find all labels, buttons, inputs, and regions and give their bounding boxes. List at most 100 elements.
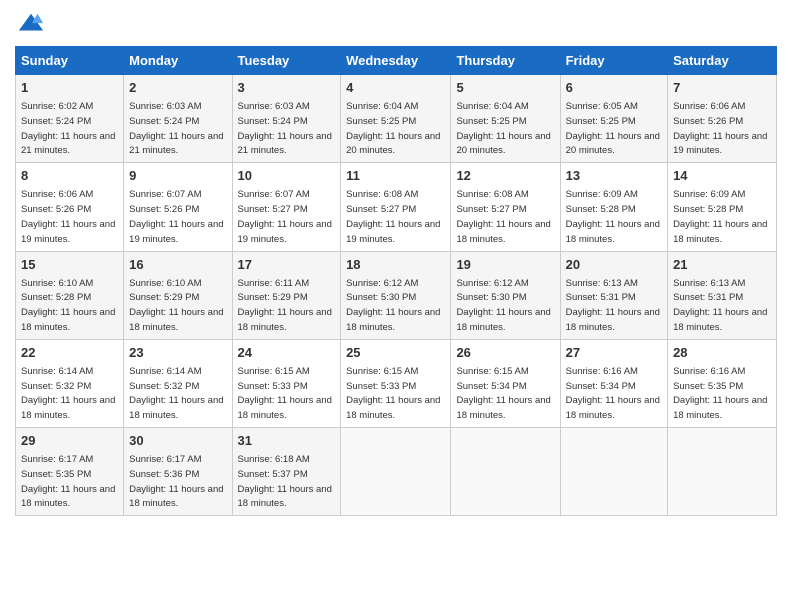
calendar-cell: 18 Sunrise: 6:12 AMSunset: 5:30 PMDayligh…	[341, 251, 451, 339]
day-number: 19	[456, 256, 554, 274]
day-number: 28	[673, 344, 771, 362]
day-number: 16	[129, 256, 226, 274]
day-info: Sunrise: 6:09 AMSunset: 5:28 PMDaylight:…	[673, 189, 767, 244]
calendar-cell: 8 Sunrise: 6:06 AMSunset: 5:26 PMDaylight…	[16, 163, 124, 251]
day-number: 6	[566, 79, 662, 97]
day-number: 17	[238, 256, 336, 274]
weekday-header-monday: Monday	[124, 47, 232, 75]
calendar-cell: 3 Sunrise: 6:03 AMSunset: 5:24 PMDaylight…	[232, 75, 341, 163]
weekday-header-thursday: Thursday	[451, 47, 560, 75]
calendar-cell: 30 Sunrise: 6:17 AMSunset: 5:36 PMDayligh…	[124, 428, 232, 516]
calendar-cell: 2 Sunrise: 6:03 AMSunset: 5:24 PMDaylight…	[124, 75, 232, 163]
day-info: Sunrise: 6:06 AMSunset: 5:26 PMDaylight:…	[673, 101, 767, 156]
calendar-week-row: 22 Sunrise: 6:14 AMSunset: 5:32 PMDayligh…	[16, 339, 777, 427]
calendar-cell: 20 Sunrise: 6:13 AMSunset: 5:31 PMDayligh…	[560, 251, 667, 339]
day-info: Sunrise: 6:13 AMSunset: 5:31 PMDaylight:…	[673, 278, 767, 333]
day-number: 2	[129, 79, 226, 97]
calendar-week-row: 8 Sunrise: 6:06 AMSunset: 5:26 PMDaylight…	[16, 163, 777, 251]
calendar-cell: 13 Sunrise: 6:09 AMSunset: 5:28 PMDayligh…	[560, 163, 667, 251]
day-number: 13	[566, 167, 662, 185]
day-number: 20	[566, 256, 662, 274]
logo	[15, 10, 45, 38]
day-info: Sunrise: 6:10 AMSunset: 5:29 PMDaylight:…	[129, 278, 223, 333]
calendar-cell: 23 Sunrise: 6:14 AMSunset: 5:32 PMDayligh…	[124, 339, 232, 427]
day-number: 18	[346, 256, 445, 274]
weekday-header-saturday: Saturday	[668, 47, 777, 75]
page: SundayMondayTuesdayWednesdayThursdayFrid…	[0, 0, 792, 612]
day-info: Sunrise: 6:13 AMSunset: 5:31 PMDaylight:…	[566, 278, 660, 333]
calendar-cell: 17Sunrise: 6:11 AMSunset: 5:29 PMDayligh…	[232, 251, 341, 339]
weekday-header-row: SundayMondayTuesdayWednesdayThursdayFrid…	[16, 47, 777, 75]
calendar-cell: 19 Sunrise: 6:12 AMSunset: 5:30 PMDayligh…	[451, 251, 560, 339]
day-info: Sunrise: 6:06 AMSunset: 5:26 PMDaylight:…	[21, 189, 115, 244]
day-info: Sunrise: 6:07 AMSunset: 5:27 PMDaylight:…	[238, 189, 332, 244]
day-info: Sunrise: 6:12 AMSunset: 5:30 PMDaylight:…	[456, 278, 550, 333]
day-number: 11	[346, 167, 445, 185]
day-info: Sunrise: 6:08 AMSunset: 5:27 PMDaylight:…	[456, 189, 550, 244]
calendar-week-row: 29 Sunrise: 6:17 AMSunset: 5:35 PMDayligh…	[16, 428, 777, 516]
day-info: Sunrise: 6:03 AMSunset: 5:24 PMDaylight:…	[129, 101, 223, 156]
day-number: 21	[673, 256, 771, 274]
calendar-cell: 16 Sunrise: 6:10 AMSunset: 5:29 PMDayligh…	[124, 251, 232, 339]
day-info: Sunrise: 6:17 AMSunset: 5:36 PMDaylight:…	[129, 454, 223, 509]
day-number: 23	[129, 344, 226, 362]
day-number: 22	[21, 344, 118, 362]
calendar-cell: 4Sunrise: 6:04 AMSunset: 5:25 PMDaylight…	[341, 75, 451, 163]
day-number: 29	[21, 432, 118, 450]
day-number: 12	[456, 167, 554, 185]
calendar-week-row: 15 Sunrise: 6:10 AMSunset: 5:28 PMDayligh…	[16, 251, 777, 339]
calendar-cell: 25 Sunrise: 6:15 AMSunset: 5:33 PMDayligh…	[341, 339, 451, 427]
day-info: Sunrise: 6:07 AMSunset: 5:26 PMDaylight:…	[129, 189, 223, 244]
calendar-cell: 21 Sunrise: 6:13 AMSunset: 5:31 PMDayligh…	[668, 251, 777, 339]
day-info: Sunrise: 6:17 AMSunset: 5:35 PMDaylight:…	[21, 454, 115, 509]
day-number: 14	[673, 167, 771, 185]
day-number: 26	[456, 344, 554, 362]
day-number: 30	[129, 432, 226, 450]
day-info: Sunrise: 6:08 AMSunset: 5:27 PMDaylight:…	[346, 189, 440, 244]
day-number: 8	[21, 167, 118, 185]
calendar-cell: 10 Sunrise: 6:07 AMSunset: 5:27 PMDayligh…	[232, 163, 341, 251]
day-info: Sunrise: 6:16 AMSunset: 5:35 PMDaylight:…	[673, 366, 767, 421]
calendar-cell: 11 Sunrise: 6:08 AMSunset: 5:27 PMDayligh…	[341, 163, 451, 251]
day-number: 15	[21, 256, 118, 274]
day-number: 1	[21, 79, 118, 97]
day-info: Sunrise: 6:15 AMSunset: 5:33 PMDaylight:…	[346, 366, 440, 421]
day-info: Sunrise: 6:12 AMSunset: 5:30 PMDaylight:…	[346, 278, 440, 333]
day-number: 31	[238, 432, 336, 450]
day-number: 24	[238, 344, 336, 362]
day-info: Sunrise: 6:05 AMSunset: 5:25 PMDaylight:…	[566, 101, 660, 156]
weekday-header-wednesday: Wednesday	[341, 47, 451, 75]
calendar-cell	[341, 428, 451, 516]
day-info: Sunrise: 6:04 AMSunset: 5:25 PMDaylight:…	[346, 101, 440, 156]
day-number: 7	[673, 79, 771, 97]
day-number: 5	[456, 79, 554, 97]
day-number: 25	[346, 344, 445, 362]
day-info: Sunrise: 6:14 AMSunset: 5:32 PMDaylight:…	[21, 366, 115, 421]
weekday-header-friday: Friday	[560, 47, 667, 75]
day-info: Sunrise: 6:14 AMSunset: 5:32 PMDaylight:…	[129, 366, 223, 421]
day-number: 27	[566, 344, 662, 362]
calendar-cell: 15 Sunrise: 6:10 AMSunset: 5:28 PMDayligh…	[16, 251, 124, 339]
day-info: Sunrise: 6:03 AMSunset: 5:24 PMDaylight:…	[238, 101, 332, 156]
day-info: Sunrise: 6:09 AMSunset: 5:28 PMDaylight:…	[566, 189, 660, 244]
calendar-cell: 9Sunrise: 6:07 AMSunset: 5:26 PMDaylight…	[124, 163, 232, 251]
day-info: Sunrise: 6:18 AMSunset: 5:37 PMDaylight:…	[238, 454, 332, 509]
calendar-cell: 7 Sunrise: 6:06 AMSunset: 5:26 PMDaylight…	[668, 75, 777, 163]
weekday-header-sunday: Sunday	[16, 47, 124, 75]
day-info: Sunrise: 6:16 AMSunset: 5:34 PMDaylight:…	[566, 366, 660, 421]
day-number: 3	[238, 79, 336, 97]
calendar-cell: 26 Sunrise: 6:15 AMSunset: 5:34 PMDayligh…	[451, 339, 560, 427]
calendar-cell: 22 Sunrise: 6:14 AMSunset: 5:32 PMDayligh…	[16, 339, 124, 427]
logo-icon	[17, 10, 45, 38]
day-number: 10	[238, 167, 336, 185]
calendar-cell	[560, 428, 667, 516]
day-info: Sunrise: 6:15 AMSunset: 5:34 PMDaylight:…	[456, 366, 550, 421]
calendar-cell: 29 Sunrise: 6:17 AMSunset: 5:35 PMDayligh…	[16, 428, 124, 516]
calendar-cell: 27 Sunrise: 6:16 AMSunset: 5:34 PMDayligh…	[560, 339, 667, 427]
day-info: Sunrise: 6:10 AMSunset: 5:28 PMDaylight:…	[21, 278, 115, 333]
calendar-cell: 12 Sunrise: 6:08 AMSunset: 5:27 PMDayligh…	[451, 163, 560, 251]
calendar-cell	[668, 428, 777, 516]
calendar-cell: 28 Sunrise: 6:16 AMSunset: 5:35 PMDayligh…	[668, 339, 777, 427]
day-info: Sunrise: 6:04 AMSunset: 5:25 PMDaylight:…	[456, 101, 550, 156]
day-info: Sunrise: 6:02 AMSunset: 5:24 PMDaylight:…	[21, 101, 115, 156]
